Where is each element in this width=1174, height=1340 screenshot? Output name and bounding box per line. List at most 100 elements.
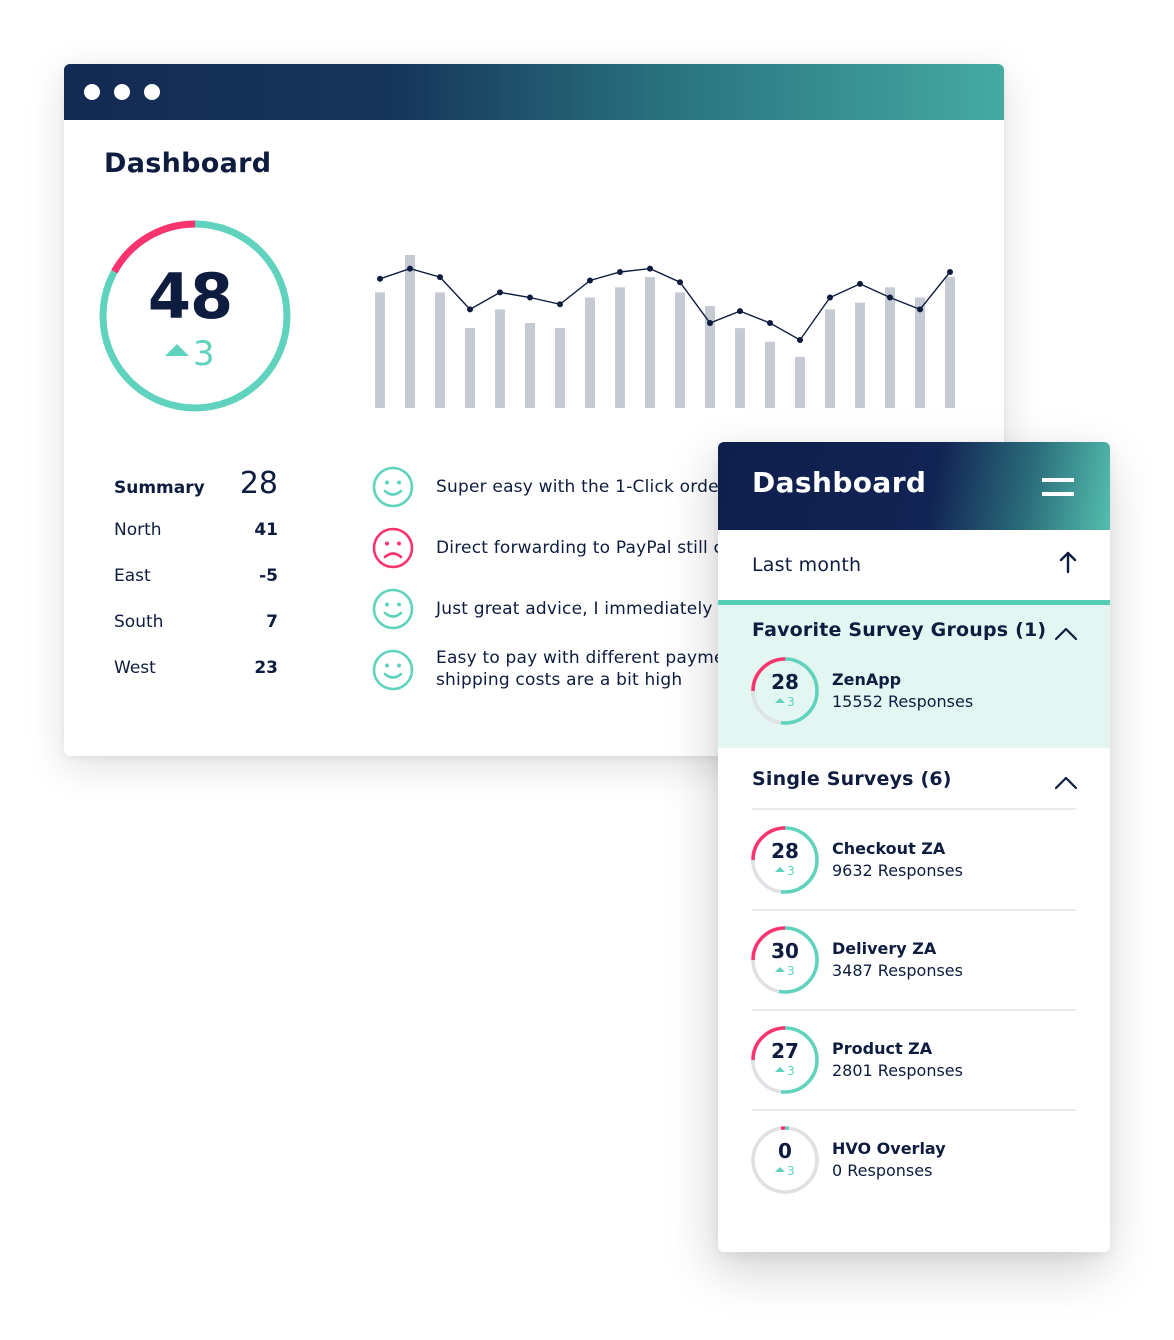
chart-bar — [435, 292, 445, 408]
chart-point — [707, 320, 713, 326]
chart-point — [557, 301, 563, 308]
item-responses: 2801 Responses — [832, 1061, 963, 1080]
responses-chart — [375, 255, 955, 408]
chart-point — [377, 275, 383, 282]
trend-up-icon — [165, 343, 189, 356]
chart-point — [767, 320, 773, 326]
chart-bar — [795, 357, 805, 408]
item-name: Delivery ZA — [832, 939, 937, 958]
chart-point — [947, 269, 953, 275]
favorite-survey-groups-section: Favorite Survey Groups (1) 28 3 ZenApp 1… — [718, 600, 1110, 748]
summary-header-row: Summary 28 — [114, 464, 278, 510]
chart-bar — [675, 292, 685, 408]
item-delta: 3 — [750, 864, 820, 878]
window-title-bar — [64, 64, 1004, 120]
region-value: 41 — [254, 520, 278, 540]
smiley-happy-icon — [372, 588, 414, 630]
chart-bar — [885, 287, 895, 408]
chart-point — [527, 294, 533, 301]
trend-up-icon — [775, 1067, 786, 1072]
window-dot-1[interactable] — [84, 84, 100, 100]
chart-bar — [765, 341, 775, 408]
region-label: North — [114, 520, 162, 540]
item-delta-value: 3 — [787, 1164, 795, 1178]
chart-point — [797, 337, 803, 343]
chevron-up-icon[interactable] — [1054, 776, 1078, 790]
item-name: Product ZA — [832, 1039, 933, 1058]
summary-row-north: North 41 — [114, 510, 278, 556]
divider — [752, 909, 1076, 911]
window-dot-2[interactable] — [114, 84, 130, 100]
chart-bar — [525, 323, 535, 408]
item-score: 0 — [778, 1139, 792, 1163]
item-delta: 3 — [750, 1164, 820, 1178]
trend-up-icon — [775, 867, 786, 872]
mobile-dashboard-panel: Dashboard Last month Favorite Survey Gro… — [718, 442, 1110, 1252]
trend-up-icon — [775, 967, 786, 972]
period-selector[interactable]: Last month — [718, 530, 1110, 600]
chart-bar — [825, 309, 835, 408]
chart-point — [617, 269, 623, 275]
chart-point — [677, 279, 683, 286]
smiley-happy-icon — [372, 649, 414, 691]
summary-row-south: South 7 — [114, 602, 278, 648]
region-label: West — [114, 658, 156, 678]
item-score: 30 — [771, 939, 799, 963]
divider — [752, 1109, 1076, 1111]
chart-bar — [915, 297, 925, 408]
panel-title: Dashboard — [752, 466, 927, 499]
chart-point — [647, 265, 653, 272]
summary-row-east: East -5 — [114, 556, 278, 602]
item-delta-value: 3 — [787, 864, 795, 878]
chart-bar — [735, 328, 745, 408]
item-responses: 0 Responses — [832, 1161, 933, 1180]
chart-bar — [555, 328, 565, 408]
favorites-title: Favorite Survey Groups (1) — [752, 619, 1047, 641]
item-responses: 15552 Responses — [832, 692, 974, 711]
item-delta-value: 3 — [787, 695, 795, 709]
region-value: -5 — [259, 566, 278, 586]
chart-bar — [585, 297, 595, 408]
item-name: HVO Overlay — [832, 1139, 946, 1158]
summary-row-west: West 23 — [114, 648, 278, 694]
chevron-up-icon[interactable] — [1054, 627, 1078, 641]
chart-point — [587, 277, 593, 284]
chart-point — [827, 294, 833, 301]
item-score: 28 — [771, 670, 799, 694]
survey-item[interactable]: 0 3 HVO Overlay 0 Responses — [750, 1125, 1076, 1225]
panel-header: Dashboard — [718, 442, 1110, 530]
chart-point — [917, 306, 923, 313]
chart-point — [887, 294, 893, 301]
comment-text: Super easy with the 1-Click orde — [436, 477, 719, 497]
page-title: Dashboard — [104, 148, 272, 179]
item-score: 28 — [771, 839, 799, 863]
divider — [752, 1009, 1076, 1011]
comment-text: Direct forwarding to PayPal still c — [436, 538, 724, 558]
chart-point — [857, 280, 863, 287]
score-delta: 3 — [165, 334, 245, 374]
item-responses: 3487 Responses — [832, 961, 963, 980]
item-score: 27 — [771, 1039, 799, 1063]
chart-point — [467, 306, 473, 313]
chart-bar — [855, 302, 865, 408]
item-responses: 9632 Responses — [832, 861, 963, 880]
window-dot-3[interactable] — [144, 84, 160, 100]
chart-point — [407, 265, 413, 272]
period-label: Last month — [752, 554, 862, 576]
chart-point — [737, 308, 743, 315]
item-delta-value: 3 — [787, 1064, 795, 1078]
chart-bar — [645, 277, 655, 408]
region-value: 7 — [266, 612, 278, 632]
item-delta: 3 — [750, 1064, 820, 1078]
chart-bar — [465, 328, 475, 408]
arrow-up-icon[interactable] — [1058, 550, 1078, 574]
item-name: Checkout ZA — [832, 839, 946, 858]
item-name: ZenApp — [832, 670, 902, 689]
item-delta: 3 — [750, 964, 820, 978]
summary-table: Summary 28 North 41 East -5 South 7 West… — [114, 464, 278, 694]
survey-group-item[interactable]: 28 3 ZenApp 15552 Responses — [750, 656, 1076, 756]
hamburger-icon[interactable] — [1042, 478, 1074, 498]
summary-label: Summary — [114, 478, 205, 498]
divider — [752, 808, 1076, 810]
smiley-sad-icon — [372, 527, 414, 569]
